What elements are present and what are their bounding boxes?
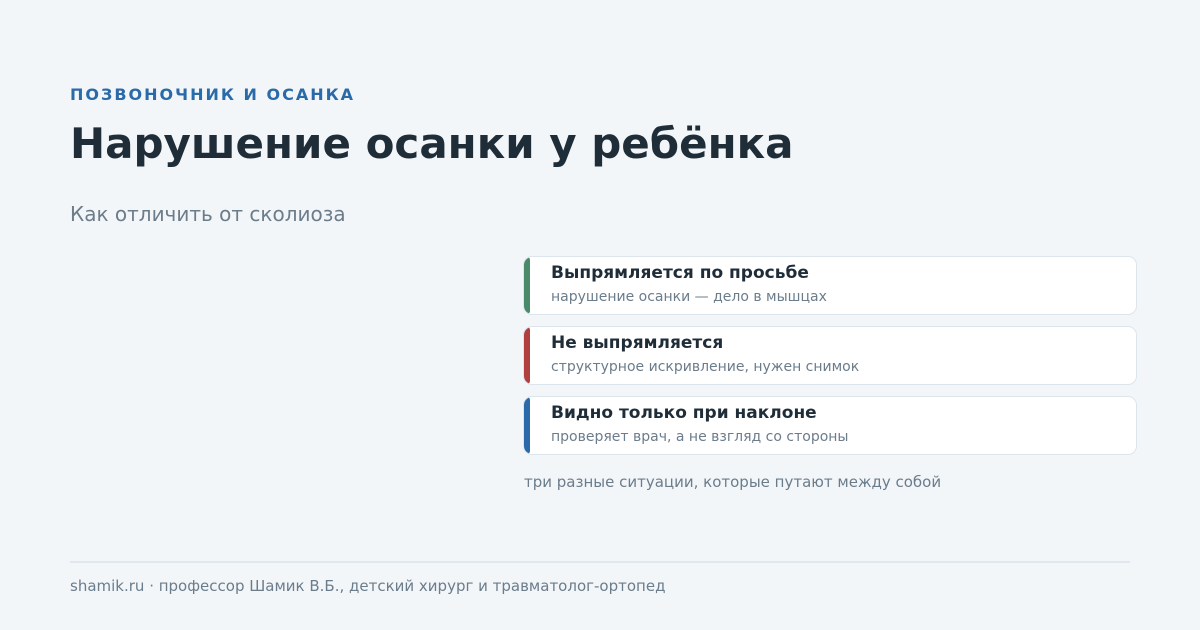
card-accent-bar [524,257,530,314]
page-title: Нарушение осанки у ребёнка [70,119,794,168]
category-label: ПОЗВОНОЧНИК И ОСАНКА [70,85,356,104]
situation-card-visible-on-bending: Видно только при наклоне проверяет врач,… [523,396,1137,455]
card-accent-bar [524,327,530,384]
situation-cards: Выпрямляется по просьбе нарушение осанки… [523,256,1137,466]
card-description: нарушение осанки — дело в мышцах [551,289,827,305]
card-title: Не выпрямляется [551,333,724,353]
page-subtitle: Как отличить от сколиоза [70,202,346,226]
card-title: Выпрямляется по просьбе [551,263,809,283]
footer-text: shamik.ru · профессор Шамик В.Б., детски… [70,577,666,595]
card-title: Видно только при наклоне [551,403,817,423]
footer-divider [70,561,1130,563]
card-description: структурное искривление, нужен снимок [551,359,860,375]
cards-caption: три разные ситуации, которые путают межд… [524,473,942,491]
card-description: проверяет врач, а не взгляд со стороны [551,429,849,445]
situation-card-does-not-straighten: Не выпрямляется структурное искривление,… [523,326,1137,385]
situation-card-straightens: Выпрямляется по просьбе нарушение осанки… [523,256,1137,315]
card-accent-bar [524,397,530,454]
